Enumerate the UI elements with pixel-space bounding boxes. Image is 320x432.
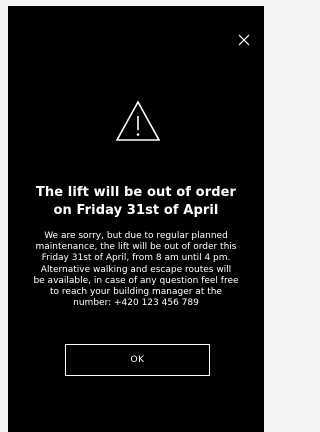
dialog-message: We are sorry, but due to regular planned… — [20, 231, 252, 309]
message-line: maintenance, the lift will be out of ord… — [35, 242, 237, 253]
ok-button[interactable]: OK — [65, 344, 210, 376]
message-line: We are sorry, but due to regular planned — [44, 231, 228, 241]
dialog-title-line: on Friday 31st of April — [53, 203, 219, 218]
message-line: be available, in case of any question fe… — [33, 275, 239, 286]
message-line: Alternative walking and escape routes wi… — [40, 264, 232, 275]
warning-icon — [114, 98, 162, 146]
message-line: Friday 31st of April, from 8 am until 4 … — [41, 253, 231, 264]
message-line: number: +420 123 456 789 — [73, 298, 199, 309]
message-line: to reach your building manager at the — [50, 287, 222, 298]
close-icon[interactable] — [234, 30, 254, 50]
alert-dialog: The lift will be out of order on Friday … — [8, 6, 264, 432]
dialog-title: The lift will be out of order on Friday … — [8, 184, 264, 220]
dialog-title-line: The lift will be out of order — [35, 185, 237, 200]
